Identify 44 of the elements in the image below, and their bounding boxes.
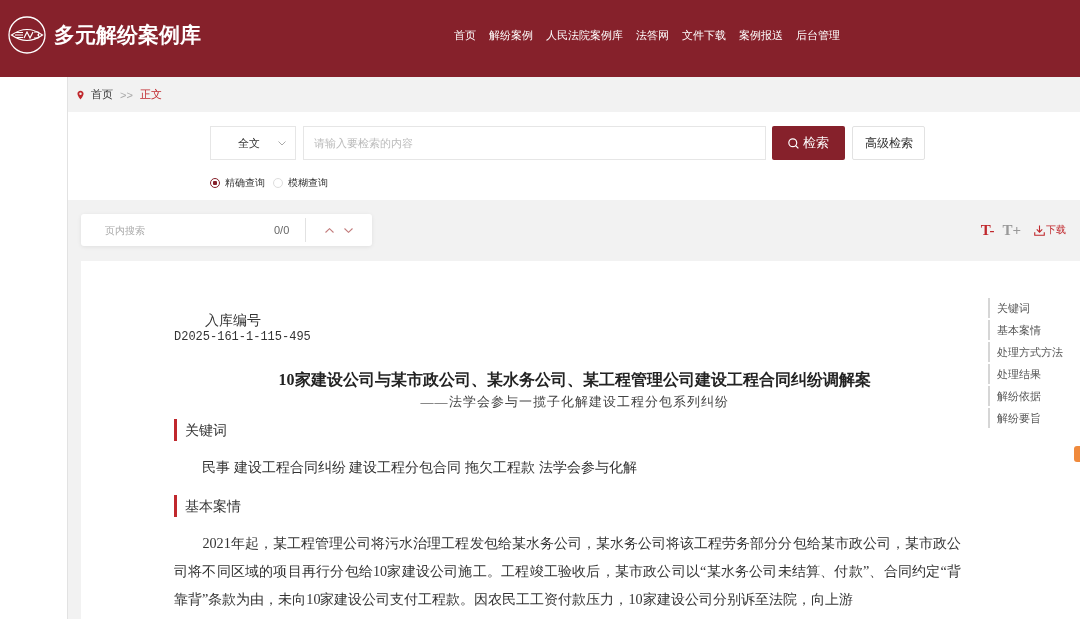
nav-link[interactable]: 解纷案例: [489, 27, 533, 43]
edge-tab-icon[interactable]: [1074, 446, 1080, 462]
section-text: 2021年起，某工程管理公司将污水治理工程发包给某水务公司，某水务公司将该工程劳务部分分包给某市政公司，某市政公司将不同区域的项目再行分包给10家建设公司施工。工程竣工验收后，某市政公司以“某水务公司未结算、付款”、合同约定“背靠背”条款为由，未向10家建设公司支付工程款。因农民工工资付款压力，10家建设公司分别诉至法院，向上游: [174, 534, 961, 609]
toc-link[interactable]: 基本案情: [988, 320, 1063, 340]
document-title: 10家建设公司与某市政公司、某水务公司、某工程管理公司建设工程合同纠纷调解案: [277, 370, 872, 390]
toc-link[interactable]: 解纷依据: [988, 386, 1063, 406]
nav-link[interactable]: 人民法院案例库: [546, 27, 623, 43]
radio-option[interactable]: 模糊查询: [273, 176, 328, 190]
toc-link[interactable]: 处理结果: [988, 364, 1063, 384]
chevron-up-icon: [325, 227, 335, 233]
caret-icon: [278, 140, 286, 146]
case-number-label: 入库编号: [204, 312, 262, 329]
advanced-search-button[interactable]: 高级检索: [852, 126, 925, 160]
scope-select[interactable]: 全文: [210, 126, 296, 160]
nav-link[interactable]: 文件下载: [682, 27, 726, 43]
search-field[interactable]: 请输入要检索的内容: [303, 126, 766, 160]
nav-link[interactable]: 法答网: [636, 27, 669, 43]
nav-link[interactable]: 案例报送: [739, 27, 783, 43]
section-text: 民事 建设工程合同纠纷 建设工程分包合同 拖欠工程款 法学会参与化解: [201, 458, 638, 477]
breadcrumb-link[interactable]: 首页: [91, 87, 113, 102]
toc-link[interactable]: 解纷要旨: [988, 408, 1063, 428]
match-count: 0/0: [274, 224, 290, 236]
location-pin-icon: [77, 89, 84, 100]
nav-link[interactable]: 后台管理: [796, 27, 840, 43]
site-title: 多元解纷案例库: [54, 22, 201, 48]
page-search-box[interactable]: 页内搜索 0/0: [81, 214, 372, 246]
section-heading: 关键词: [174, 419, 961, 441]
nav-link[interactable]: 首页: [454, 27, 476, 43]
section-heading: 基本案情: [174, 495, 961, 517]
download-button[interactable]: 下载: [1034, 223, 1066, 237]
logo-icon: [8, 16, 46, 54]
document-subtitle: ——法学会参与一揽子化解建设工程分包系列纠纷: [419, 393, 730, 411]
font-size-button[interactable]: T-: [979, 221, 996, 239]
chevron-down-icon: [344, 227, 354, 233]
breadcrumb-link[interactable]: 正文: [139, 87, 162, 102]
download-icon: [1034, 224, 1045, 236]
search-icon: [788, 137, 799, 149]
case-number: D2025-161-1-115-495: [174, 329, 312, 346]
search-button[interactable]: 检索: [772, 126, 845, 160]
toc-link[interactable]: 关键词: [988, 298, 1063, 318]
find-field[interactable]: 页内搜索: [101, 222, 269, 238]
toc-link[interactable]: 处理方式方法: [988, 342, 1063, 362]
breadcrumb-separator: >>: [120, 88, 133, 101]
radio-option[interactable]: 精确查询: [210, 176, 265, 190]
